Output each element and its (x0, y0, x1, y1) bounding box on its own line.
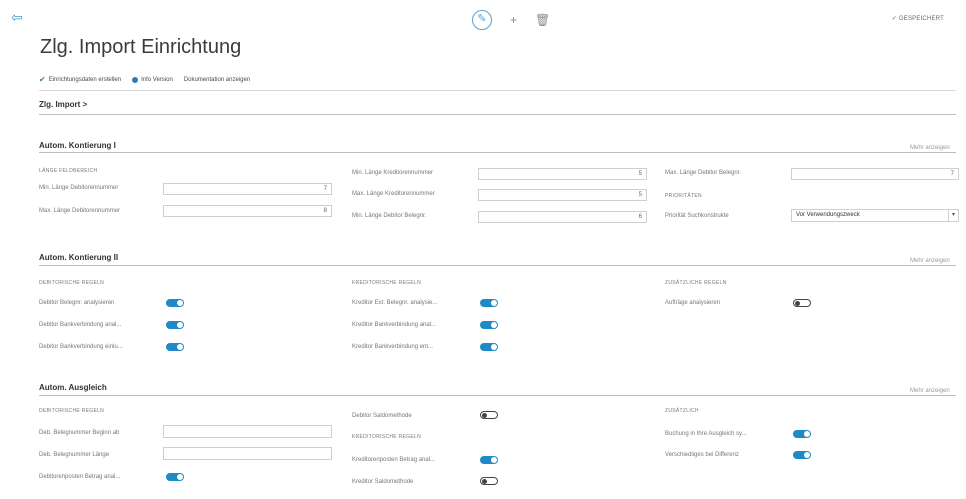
show-more-link[interactable]: Mehr anzeigen (910, 388, 950, 394)
creditor-bank-analyze-toggle[interactable] (480, 321, 498, 329)
divider (39, 90, 956, 91)
chevron-down-icon: ▾ (948, 210, 958, 221)
info-version-action[interactable]: Info Version (132, 76, 173, 83)
field-label: Priorität Suchkonstrukte (665, 213, 729, 219)
action-bar: ✔ Einrichtungsdaten erstellen Info Versi… (39, 75, 250, 84)
field-label: Deb. Belegnummer Beginn ab (39, 430, 120, 436)
toggle-label: Verschiedliges bei Differenz (665, 452, 739, 458)
posting-settlement-toggle[interactable] (793, 430, 811, 438)
field-label: Min. Länge Debitor Belegnr. (352, 213, 427, 219)
toggle-label: Debitor Bankverbindung einlu... (39, 344, 123, 350)
group-heading: DEBITORISCHE REGELN (39, 408, 105, 414)
field-label: Max. Länge Debitor Belegnr. (665, 170, 742, 176)
max-creditor-number-length-field[interactable]: 5 (478, 189, 647, 201)
toggle-label: Kreditor Bankverbindung anal... (352, 322, 437, 328)
field-value: 5 (638, 171, 642, 177)
toggle-label: Kreditorenposten Betrag anal... (352, 457, 436, 463)
field-value: 8 (323, 208, 327, 214)
top-toolbar: ✎ + 🗑 (472, 10, 550, 30)
group-heading: PRIORITÄTEN (665, 193, 702, 199)
action-label: Info Version (141, 76, 173, 83)
deb-docnr-start-field[interactable] (163, 425, 332, 438)
field-label: Min. Länge Debitorennummer (39, 185, 119, 191)
debitor-docnr-toggle[interactable] (166, 299, 184, 307)
group-heading: KREDITORISCHE REGELN (352, 434, 421, 440)
field-value: 6 (638, 214, 642, 220)
analyze-orders-toggle[interactable] (793, 299, 811, 307)
min-creditor-number-length-field[interactable]: 5 (478, 168, 647, 180)
creditor-bank-ent-toggle[interactable] (480, 343, 498, 351)
section-title-autom-kontierung-2[interactable]: Autom. Kontierung II (39, 253, 118, 262)
toggle-label: Kreditor Saldomethode (352, 479, 414, 485)
show-docs-action[interactable]: Dokumentation anzeigen (184, 77, 250, 83)
toggle-label: Debitor Bankverbindung anal... (39, 322, 122, 328)
show-more-link[interactable]: Mehr anzeigen (910, 145, 950, 151)
action-label: Einrichtungsdaten erstellen (48, 76, 122, 83)
toggle-label: Debitor Belegnr. analysieren (39, 300, 115, 306)
group-heading: ZUSÄTZLICH (665, 408, 699, 414)
action-label: Dokumentation anzeigen (183, 76, 251, 83)
edit-icon[interactable]: ✎ (472, 10, 492, 30)
toggle-label: Kreditor Bankverbindung ent... (352, 344, 434, 350)
max-debitor-number-length-field[interactable]: 8 (163, 205, 332, 217)
min-debitor-doc-length-field[interactable]: 6 (478, 211, 647, 223)
delete-icon[interactable]: 🗑 (535, 10, 550, 30)
field-label: Deb. Belegnummer Länge (39, 452, 110, 458)
add-icon[interactable]: + (510, 10, 517, 30)
saved-status: ✓ GESPEICHERT (891, 16, 944, 22)
min-debitor-number-length-field[interactable]: 7 (163, 183, 332, 195)
creditor-balance-method-toggle[interactable] (480, 477, 498, 485)
info-icon (132, 76, 139, 83)
divider (39, 265, 956, 266)
divider (39, 114, 956, 115)
breadcrumb[interactable]: Zlg. Import > (39, 100, 87, 109)
creditor-entry-amount-toggle[interactable] (480, 456, 498, 464)
checkmark-icon: ✔ (39, 75, 46, 84)
max-debitor-doc-length-field[interactable]: 7 (791, 168, 959, 180)
back-arrow-icon[interactable]: ⇦ (8, 8, 26, 26)
deb-docnr-length-field[interactable] (163, 447, 332, 460)
creditor-ext-docnr-toggle[interactable] (480, 299, 498, 307)
divider (39, 395, 956, 396)
group-heading: ZUSÄTZLICHE REGELN (665, 280, 727, 286)
field-value: 7 (323, 186, 327, 192)
group-heading: DEBITORISCHE REGELN (39, 280, 105, 286)
toggle-label: Aufträge analysieren (665, 300, 721, 306)
section-title-autom-ausgleich[interactable]: Autom. Ausgleich (39, 383, 107, 392)
field-label: Max. Länge Debitorennummer (39, 208, 121, 214)
field-value: 5 (638, 192, 642, 198)
debitor-bank-import-toggle[interactable] (166, 343, 184, 351)
toggle-label: Kreditor Ext. Belegnr. analysie... (352, 300, 438, 306)
create-setup-action[interactable]: ✔ Einrichtungsdaten erstellen (39, 75, 121, 84)
field-label: Min. Länge Kreditorennummer (352, 170, 434, 176)
toggle-label: Debitor Saldomethode (352, 413, 412, 419)
group-heading: LÄNGE FELDBEREICH (39, 168, 98, 174)
select-value: Vor Verwendungszweck (796, 212, 860, 218)
section-title-autom-kontierung-1[interactable]: Autom. Kontierung I (39, 141, 116, 150)
debitor-bank-analyze-toggle[interactable] (166, 321, 184, 329)
difference-handling-toggle[interactable] (793, 451, 811, 459)
show-more-link[interactable]: Mehr anzeigen (910, 258, 950, 264)
field-value: 7 (950, 171, 954, 177)
toggle-label: Debitorenposten Betrag anal... (39, 474, 121, 480)
priority-search-select[interactable]: Vor Verwendungszweck ▾ (791, 209, 959, 222)
group-heading: KREDITORISCHE REGELN (352, 280, 421, 286)
debitor-balance-method-toggle[interactable] (480, 411, 498, 419)
divider (39, 152, 956, 153)
toggle-label: Buchung in Ihre Ausgleich sy... (665, 431, 747, 437)
page-title: Zlg. Import Einrichtung (40, 36, 242, 58)
debitor-entry-amount-toggle[interactable] (166, 473, 184, 481)
field-label: Max. Länge Kreditorennummer (352, 191, 435, 197)
